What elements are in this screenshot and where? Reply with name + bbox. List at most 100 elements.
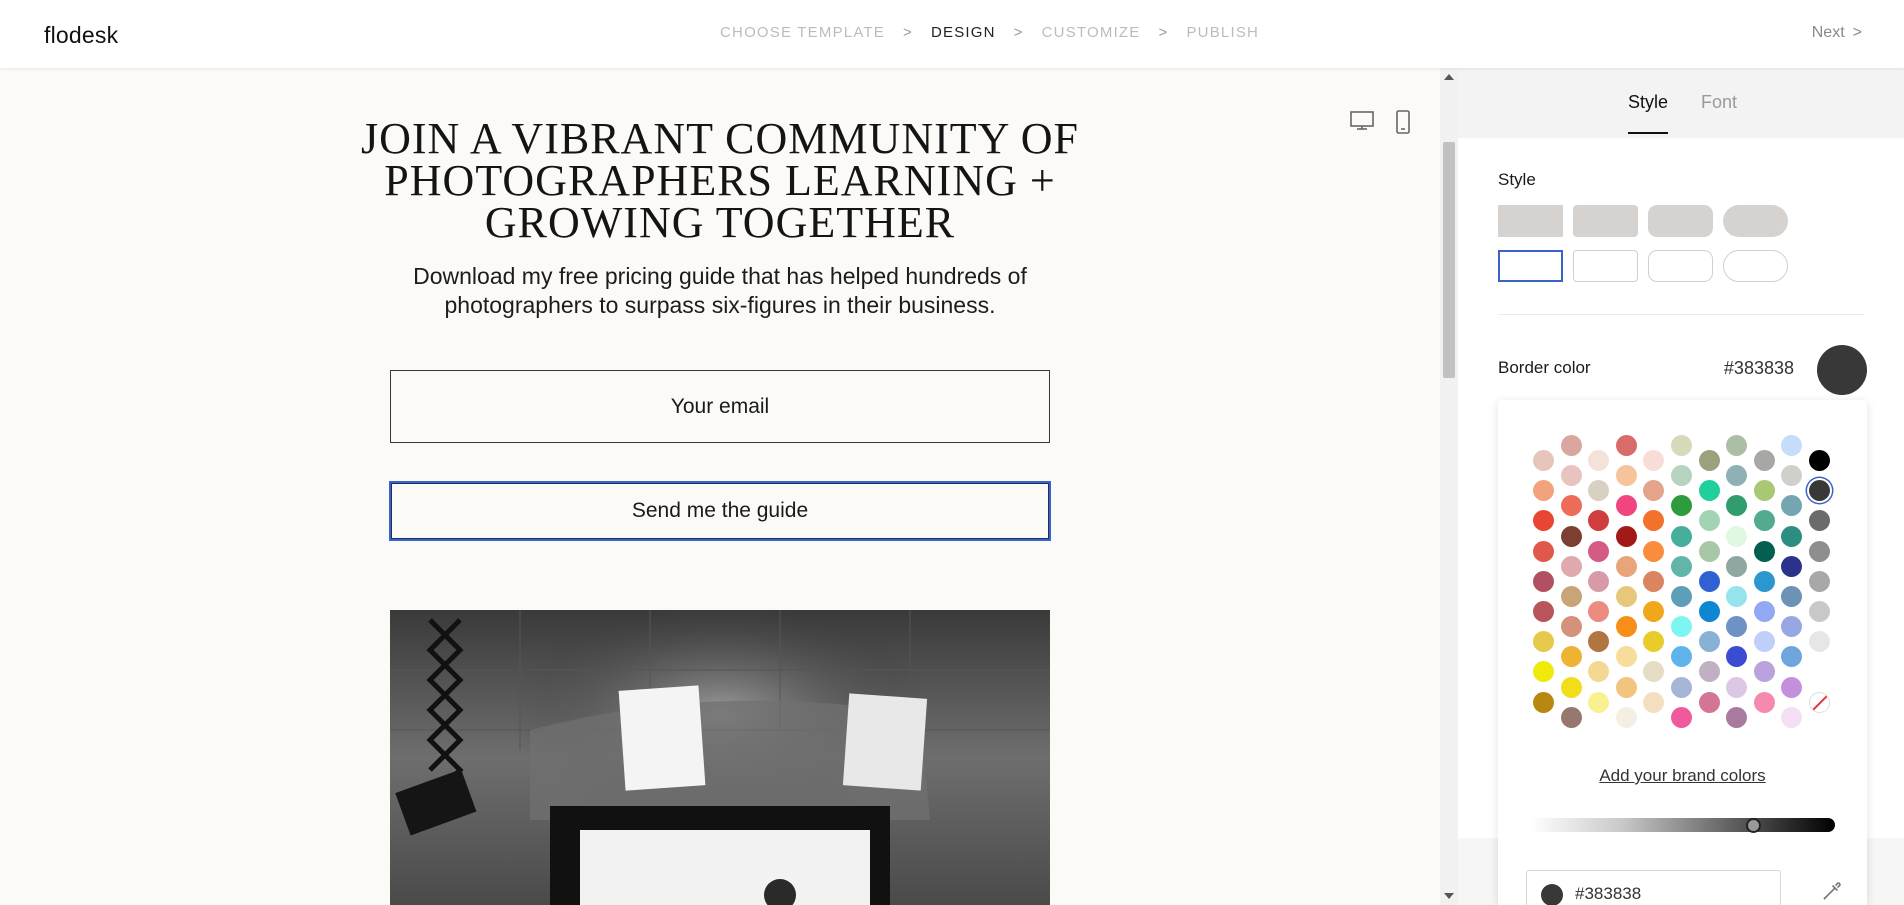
color-swatch[interactable]: [1671, 646, 1692, 668]
color-swatch[interactable]: [1533, 691, 1554, 713]
color-swatch[interactable]: [1809, 540, 1830, 562]
style-filled-pill[interactable]: [1723, 205, 1788, 237]
color-swatch[interactable]: [1698, 450, 1720, 471]
color-swatch[interactable]: [1533, 601, 1554, 622]
color-swatch[interactable]: [1533, 631, 1554, 653]
color-swatch[interactable]: [1698, 601, 1720, 622]
color-swatch[interactable]: [1615, 706, 1637, 728]
color-swatch[interactable]: [1671, 616, 1692, 638]
color-swatch[interactable]: [1615, 646, 1637, 668]
studio-photo[interactable]: [390, 610, 1050, 905]
color-swatch[interactable]: [1753, 480, 1775, 502]
color-swatch[interactable]: [1726, 555, 1748, 577]
add-brand-colors-link[interactable]: Add your brand colors: [1498, 766, 1867, 786]
color-swatch[interactable]: [1643, 540, 1665, 562]
color-swatch[interactable]: [1588, 450, 1610, 471]
color-swatch[interactable]: [1588, 570, 1610, 592]
color-swatch[interactable]: [1560, 465, 1582, 487]
color-swatch[interactable]: [1643, 661, 1665, 683]
color-swatch[interactable]: [1560, 676, 1582, 698]
color-swatch[interactable]: [1809, 480, 1830, 502]
color-swatch[interactable]: [1615, 586, 1637, 607]
color-swatch[interactable]: [1753, 450, 1775, 471]
color-swatch[interactable]: [1588, 691, 1610, 713]
border-color-swatch[interactable]: [1817, 345, 1867, 395]
color-swatch[interactable]: [1726, 706, 1748, 728]
color-swatch[interactable]: [1753, 570, 1775, 592]
color-swatch[interactable]: [1671, 706, 1692, 728]
style-outline-rounded[interactable]: [1648, 250, 1713, 282]
color-swatch[interactable]: [1560, 586, 1582, 607]
color-swatch[interactable]: [1698, 631, 1720, 653]
color-swatch[interactable]: [1809, 510, 1830, 532]
brightness-slider-handle[interactable]: [1745, 818, 1761, 833]
color-swatch[interactable]: [1781, 555, 1803, 577]
color-swatch[interactable]: [1753, 510, 1775, 532]
color-swatch[interactable]: [1698, 570, 1720, 592]
color-swatch[interactable]: [1726, 676, 1748, 698]
next-button[interactable]: Next >: [1812, 24, 1862, 42]
color-swatch[interactable]: [1753, 601, 1775, 622]
color-swatch[interactable]: [1533, 570, 1554, 592]
color-swatch[interactable]: [1698, 540, 1720, 562]
color-swatch[interactable]: [1588, 540, 1610, 562]
desktop-icon[interactable]: [1349, 110, 1375, 132]
color-swatch[interactable]: [1781, 646, 1803, 668]
color-swatch[interactable]: [1809, 570, 1830, 592]
form-subtext[interactable]: Download my free pricing guide that has …: [380, 262, 1060, 320]
color-swatch[interactable]: [1560, 525, 1582, 547]
color-swatch[interactable]: [1560, 616, 1582, 638]
color-swatch[interactable]: [1643, 450, 1665, 471]
color-swatch[interactable]: [1726, 465, 1748, 487]
color-swatch[interactable]: [1671, 525, 1692, 547]
color-swatch[interactable]: [1698, 480, 1720, 502]
color-swatch[interactable]: [1781, 435, 1803, 456]
color-swatch[interactable]: [1671, 555, 1692, 577]
color-swatch[interactable]: [1781, 525, 1803, 547]
color-swatch[interactable]: [1533, 510, 1554, 532]
color-swatch[interactable]: [1533, 540, 1554, 562]
color-swatch[interactable]: [1726, 435, 1748, 456]
no-color-swatch[interactable]: [1809, 691, 1830, 713]
color-swatch[interactable]: [1698, 691, 1720, 713]
color-swatch[interactable]: [1753, 631, 1775, 653]
scroll-up-arrow-icon[interactable]: [1444, 74, 1454, 80]
color-swatch[interactable]: [1809, 661, 1830, 683]
color-swatch[interactable]: [1726, 586, 1748, 607]
color-swatch[interactable]: [1726, 646, 1748, 668]
style-outline-slightly-rounded[interactable]: [1573, 250, 1638, 282]
color-swatch[interactable]: [1671, 465, 1692, 487]
color-swatch[interactable]: [1643, 601, 1665, 622]
color-swatch[interactable]: [1698, 661, 1720, 683]
step-choose-template[interactable]: CHOOSE TEMPLATE: [720, 24, 885, 41]
color-swatch[interactable]: [1533, 450, 1554, 471]
color-swatch[interactable]: [1615, 525, 1637, 547]
color-swatch[interactable]: [1781, 676, 1803, 698]
scroll-thumb[interactable]: [1443, 142, 1455, 378]
color-swatch[interactable]: [1615, 465, 1637, 487]
color-swatch[interactable]: [1781, 616, 1803, 638]
color-swatch[interactable]: [1809, 450, 1830, 471]
color-swatch[interactable]: [1560, 646, 1582, 668]
color-swatch[interactable]: [1753, 661, 1775, 683]
color-swatch[interactable]: [1560, 555, 1582, 577]
color-swatch[interactable]: [1726, 495, 1748, 517]
color-swatch[interactable]: [1560, 435, 1582, 456]
color-swatch[interactable]: [1781, 706, 1803, 728]
scroll-down-arrow-icon[interactable]: [1444, 893, 1454, 899]
mobile-icon[interactable]: [1395, 110, 1411, 134]
color-swatch[interactable]: [1643, 510, 1665, 532]
color-swatch[interactable]: [1698, 510, 1720, 532]
color-swatch[interactable]: [1671, 495, 1692, 517]
color-swatch[interactable]: [1671, 676, 1692, 698]
eyedropper-icon[interactable]: [1821, 880, 1843, 902]
color-swatch[interactable]: [1643, 691, 1665, 713]
color-swatch[interactable]: [1643, 570, 1665, 592]
color-swatch[interactable]: [1588, 661, 1610, 683]
color-swatch[interactable]: [1615, 616, 1637, 638]
tab-font[interactable]: Font: [1701, 92, 1737, 113]
form-headline[interactable]: JOIN A VIBRANT COMMUNITY OF PHOTOGRAPHER…: [350, 117, 1090, 245]
color-swatch[interactable]: [1588, 480, 1610, 502]
color-swatch[interactable]: [1560, 495, 1582, 517]
color-swatch[interactable]: [1809, 631, 1830, 653]
